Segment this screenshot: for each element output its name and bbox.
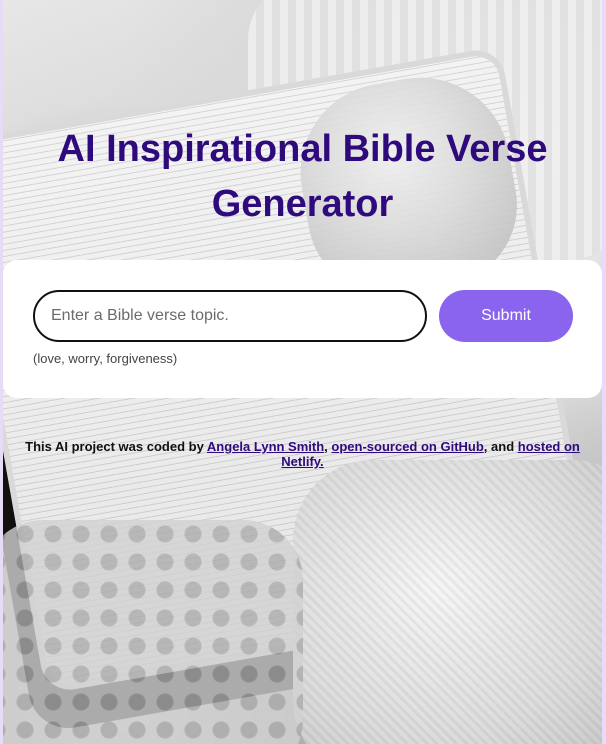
page-title-line1: AI Inspirational Bible Verse [57,128,548,170]
author-link[interactable]: Angela Lynn Smith [207,439,324,454]
background-blanket [3,520,303,744]
footer: This AI project was coded by Angela Lynn… [13,439,592,469]
form-panel: Submit (love, worry, forgiveness) [3,260,602,398]
submit-button[interactable]: Submit [439,290,573,342]
app-frame: AI Inspirational Bible Verse Generator S… [3,0,602,744]
footer-sep2: , and [483,439,518,454]
topic-hint: (love, worry, forgiveness) [33,351,178,366]
footer-prefix: This AI project was coded by [25,439,207,454]
github-link[interactable]: open-sourced on GitHub [331,439,483,454]
background-jeans [293,460,602,744]
page-title: AI Inspirational Bible Verse Generator [3,122,602,232]
page-title-line2: Generator [211,183,394,225]
topic-input[interactable] [33,290,427,342]
